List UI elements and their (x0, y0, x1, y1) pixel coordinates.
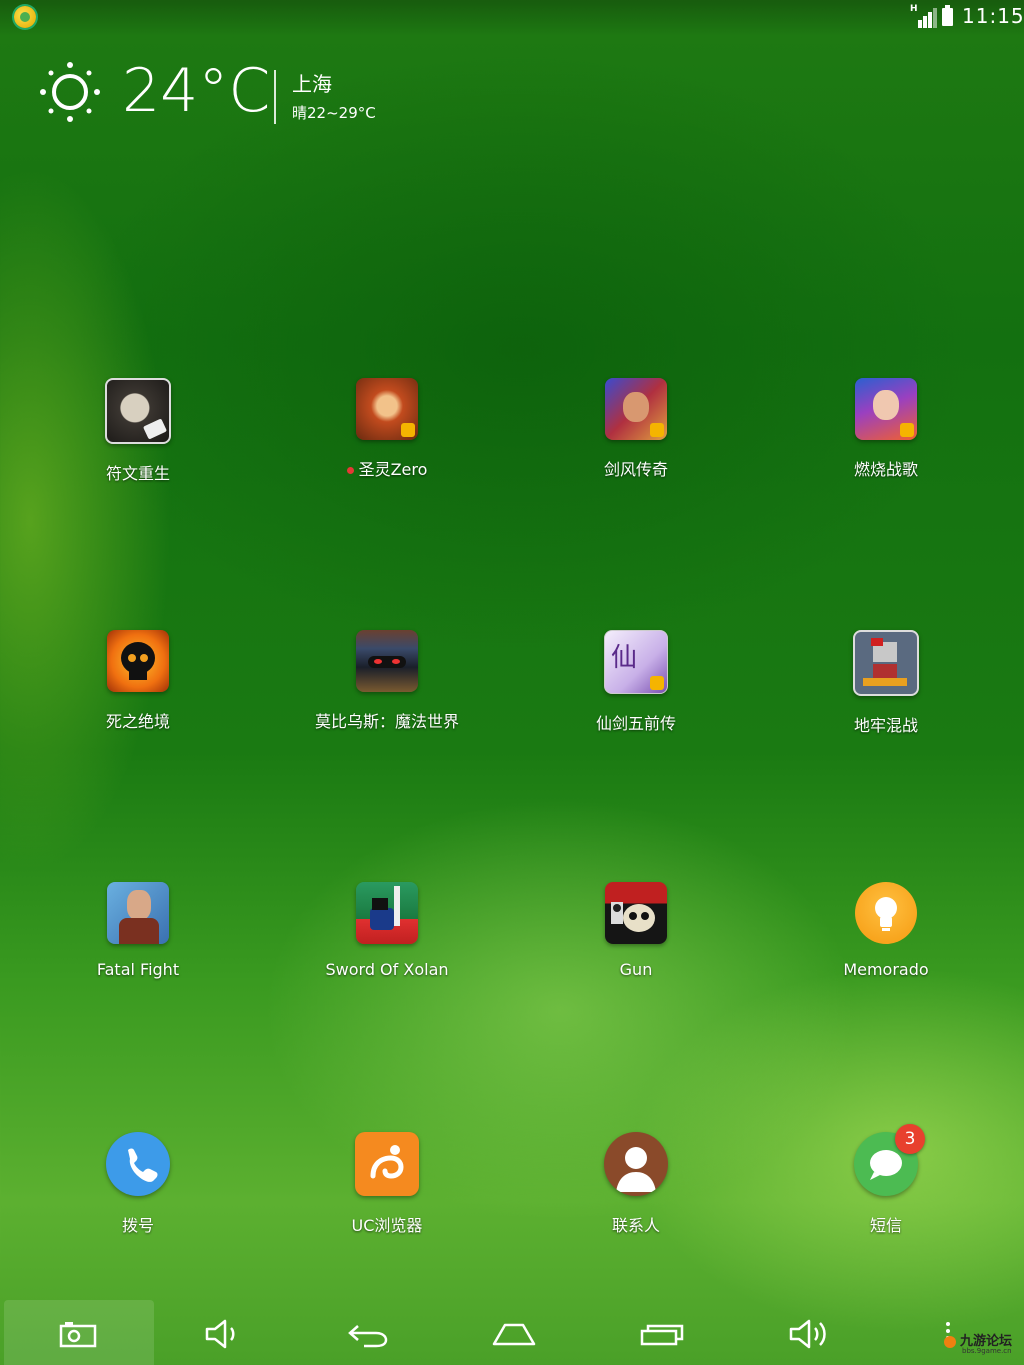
contact-person-icon (604, 1132, 668, 1196)
fatal-fight-icon (107, 882, 169, 944)
app-label: 短信 (869, 1216, 902, 1235)
phone-icon (106, 1132, 170, 1196)
screenshot-icon (59, 1322, 97, 1348)
app-label: Memorado (843, 960, 929, 979)
app-label: 莫比乌斯：魔法世界 (314, 712, 459, 731)
app-label: Sword Of Xolan (325, 960, 449, 979)
sword-of-xolan-icon (356, 882, 418, 944)
watermark-url: bbs.9game.cn (962, 1347, 1012, 1355)
app-label: Gun (619, 960, 653, 979)
app-label: 死之绝境 (105, 712, 170, 731)
lightbulb-icon (855, 882, 917, 944)
dungeon-brawl-icon (853, 630, 919, 696)
volume-up-button[interactable] (780, 1312, 840, 1356)
app-label: 圣灵Zero (358, 460, 428, 479)
dock-uc-browser[interactable]: UC浏览器 (277, 1132, 497, 1236)
app-holy-spirit-zero[interactable]: 圣灵Zero (277, 378, 497, 480)
screenshot-button[interactable] (48, 1312, 108, 1356)
status-clock: 11:15 (962, 4, 1024, 28)
app-gun[interactable]: Gun (526, 882, 746, 979)
app-label: UC浏览器 (351, 1216, 423, 1235)
app-burning-battle-song[interactable]: 燃烧战歌 (776, 378, 996, 480)
back-button[interactable] (338, 1312, 398, 1356)
xianjian-five-prequel-icon: 仙 (604, 630, 668, 694)
app-memorado[interactable]: Memorado (776, 882, 996, 979)
recents-button[interactable] (632, 1312, 692, 1356)
mobius-magic-world-icon (356, 630, 418, 692)
app-label: 地牢混战 (853, 716, 918, 735)
app-label: 联系人 (611, 1216, 660, 1235)
runic-rebirth-icon (105, 378, 171, 444)
app-runic-rebirth[interactable]: 符文重生 (28, 378, 248, 484)
watermark: 九游论坛 bbs.9game.cn (944, 1330, 1012, 1355)
home-icon (492, 1323, 536, 1346)
app-xianjian-five[interactable]: 仙 仙剑五前传 (526, 630, 746, 734)
battery-icon (942, 5, 953, 26)
app-label: 拨号 (121, 1216, 154, 1235)
volume-down-button[interactable] (192, 1312, 252, 1356)
app-label: 符文重生 (105, 464, 170, 483)
app-label: Fatal Fight (96, 960, 180, 979)
back-icon (348, 1325, 388, 1348)
app-mobius[interactable]: 莫比乌斯：魔法世界 (277, 630, 497, 732)
weather-divider (274, 70, 276, 124)
volume-up-icon (789, 1319, 826, 1349)
dock-messages[interactable]: 短信 (776, 1132, 996, 1236)
dock-dialer[interactable]: 拨号 (28, 1132, 248, 1236)
dead-end-skull-icon (107, 630, 169, 692)
weather-city: 上海 (292, 72, 332, 96)
unread-badge: 3 (895, 1124, 925, 1154)
watermark-logo-icon (944, 1335, 956, 1348)
navigation-bar (0, 1300, 1024, 1365)
new-install-dot (346, 467, 354, 474)
sun-icon (40, 62, 100, 122)
volume-down-icon (205, 1319, 235, 1349)
weather-temperature: 24°C (122, 56, 271, 126)
app-dead-end[interactable]: 死之绝境 (28, 630, 248, 732)
sword-wind-legend-icon (605, 378, 667, 440)
home-button[interactable] (484, 1312, 544, 1356)
dock-contacts[interactable]: 联系人 (526, 1132, 746, 1236)
app-sword-of-xolan[interactable]: Sword Of Xolan (277, 882, 497, 979)
app-label: 仙剑五前传 (595, 714, 676, 733)
app-fatal-fight[interactable]: Fatal Fight (28, 882, 248, 979)
app-label: 燃烧战歌 (853, 460, 918, 479)
gun-skull-icon (605, 882, 667, 944)
holy-spirit-zero-icon (356, 378, 418, 440)
app-label: 剑风传奇 (603, 460, 668, 479)
app-dungeon-brawl[interactable]: 地牢混战 (776, 630, 996, 736)
recents-icon (640, 1324, 684, 1346)
signal-icon: H (910, 4, 937, 28)
uc-squirrel-icon (355, 1132, 419, 1196)
game-assistant-icon[interactable] (14, 6, 36, 28)
status-bar: H 11:15 (0, 0, 1024, 36)
app-sword-wind-legend[interactable]: 剑风传奇 (526, 378, 746, 480)
weather-range: 晴22~29°C (292, 104, 376, 122)
network-type: H (910, 4, 918, 14)
burning-battle-song-icon (855, 378, 917, 440)
